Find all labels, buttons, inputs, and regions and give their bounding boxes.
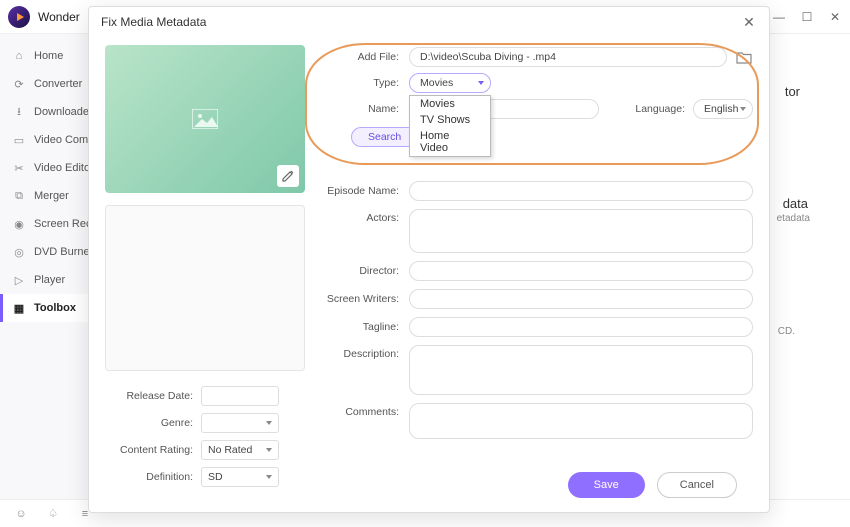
sidebar-item-video-compressor[interactable]: ▭Video Compressor: [0, 126, 100, 154]
notification-icon[interactable]: ♤: [46, 507, 60, 521]
window-controls: — ☐ ✕: [772, 10, 842, 24]
modal-header: Fix Media Metadata ✕: [89, 7, 769, 37]
type-option-movies[interactable]: Movies: [410, 96, 490, 112]
metadata-modal: Fix Media Metadata ✕ Release Date: Genre…: [88, 6, 770, 513]
modal-close-button[interactable]: ✕: [741, 14, 757, 30]
modal-title: Fix Media Metadata: [101, 15, 206, 29]
name-label: Name:: [321, 103, 409, 115]
sidebar-item-dvd-burner[interactable]: ◎DVD Burner: [0, 238, 100, 266]
sidebar-item-downloader[interactable]: ⭳Downloader: [0, 98, 100, 126]
definition-label: Definition:: [105, 471, 201, 483]
language-select[interactable]: English: [693, 99, 753, 119]
bg-text: CD.: [778, 326, 795, 337]
description-label: Description:: [321, 345, 409, 360]
add-file-label: Add File:: [321, 51, 409, 63]
account-icon[interactable]: ☺: [14, 507, 28, 521]
toolbox-icon: ▦: [12, 301, 26, 315]
comments-label: Comments:: [321, 403, 409, 418]
type-option-homevideo[interactable]: Home Video: [410, 128, 490, 156]
language-label: Language:: [635, 103, 685, 115]
sidebar-item-home[interactable]: ⌂Home: [0, 42, 100, 70]
sidebar-item-video-editor[interactable]: ✂Video Editor: [0, 154, 100, 182]
genre-select[interactable]: [201, 413, 279, 433]
image-placeholder-icon: [192, 109, 218, 129]
edit-thumbnail-button[interactable]: [277, 165, 299, 187]
right-form: Episode Name: Actors: Director: Screen W…: [321, 177, 753, 439]
release-date-label: Release Date:: [105, 390, 201, 402]
type-label: Type:: [321, 77, 409, 89]
scissors-icon: ✂: [12, 161, 26, 175]
chevron-down-icon: [478, 81, 484, 85]
modal-footer: Save Cancel: [321, 468, 753, 500]
play-icon: ▷: [12, 273, 26, 287]
sidebar-item-merger[interactable]: ⧉Merger: [0, 182, 100, 210]
dvd-icon: ◎: [12, 245, 26, 259]
convert-icon: ⟳: [12, 77, 26, 91]
compress-icon: ▭: [12, 133, 26, 147]
description-textarea[interactable]: [409, 345, 753, 395]
album-art-box[interactable]: [105, 205, 305, 371]
sidebar-item-player[interactable]: ▷Player: [0, 266, 100, 294]
actors-label: Actors:: [321, 209, 409, 224]
sidebar-item-screen-recorder[interactable]: ◉Screen Recorder: [0, 210, 100, 238]
left-form: Release Date: Genre: Content Rating: No …: [105, 379, 305, 487]
app-logo: [8, 6, 30, 28]
add-file-input[interactable]: [409, 47, 727, 67]
cancel-button[interactable]: Cancel: [657, 472, 737, 498]
actors-textarea[interactable]: [409, 209, 753, 253]
screen-writers-input[interactable]: [409, 289, 753, 309]
chevron-down-icon: [740, 107, 746, 111]
bg-text: tor: [785, 84, 800, 99]
modal-left-column: Release Date: Genre: Content Rating: No …: [105, 45, 305, 500]
app-name: Wonder: [38, 10, 80, 24]
modal-right-column: Add File: Type: Movies Movies TV Shows H…: [321, 45, 753, 500]
tagline-input[interactable]: [409, 317, 753, 337]
type-dropdown: Movies TV Shows Home Video: [409, 95, 491, 157]
type-option-tvshows[interactable]: TV Shows: [410, 112, 490, 128]
screen-writers-label: Screen Writers:: [321, 293, 409, 305]
download-icon: ⭳: [12, 105, 26, 119]
bg-text: data: [783, 196, 808, 211]
close-button[interactable]: ✕: [828, 10, 842, 24]
tagline-label: Tagline:: [321, 321, 409, 333]
director-input[interactable]: [409, 261, 753, 281]
bg-text: etadata: [777, 213, 810, 224]
chevron-down-icon: [266, 448, 272, 452]
sidebar: ⌂Home ⟳Converter ⭳Downloader ▭Video Comp…: [0, 34, 100, 499]
content-rating-label: Content Rating:: [105, 444, 201, 456]
minimize-button[interactable]: —: [772, 10, 786, 24]
episode-name-input[interactable]: [409, 181, 753, 201]
sidebar-item-converter[interactable]: ⟳Converter: [0, 70, 100, 98]
chevron-down-icon: [266, 421, 272, 425]
comments-textarea[interactable]: [409, 403, 753, 439]
pencil-icon: [282, 170, 294, 182]
record-icon: ◉: [12, 217, 26, 231]
home-icon: ⌂: [12, 49, 26, 63]
episode-name-label: Episode Name:: [321, 185, 409, 197]
definition-select[interactable]: SD: [201, 467, 279, 487]
sidebar-item-toolbox[interactable]: ▦Toolbox: [0, 294, 100, 322]
release-date-input[interactable]: [201, 386, 279, 406]
type-select[interactable]: Movies: [409, 73, 491, 93]
chevron-down-icon: [266, 475, 272, 479]
director-label: Director:: [321, 265, 409, 277]
maximize-button[interactable]: ☐: [800, 10, 814, 24]
save-button[interactable]: Save: [568, 472, 645, 498]
genre-label: Genre:: [105, 417, 201, 429]
content-rating-select[interactable]: No Rated: [201, 440, 279, 460]
folder-icon: [736, 51, 752, 64]
merge-icon: ⧉: [12, 189, 26, 203]
browse-folder-button[interactable]: [735, 48, 753, 66]
video-thumbnail: [105, 45, 305, 193]
